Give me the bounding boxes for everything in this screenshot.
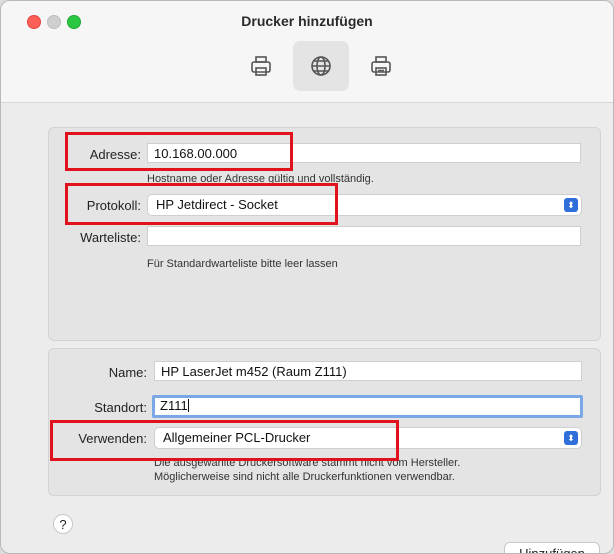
queue-label: Warteliste:: [80, 230, 141, 245]
highlight-box-protocol: [65, 183, 338, 225]
window-title: Drucker hinzufügen: [241, 13, 373, 29]
add-printer-window: Drucker hinzufügen Adresse: 10.168.00.00…: [0, 0, 614, 554]
queue-hint: Für Standardwarteliste bitte leer lassen: [147, 258, 338, 270]
select-stepper-icon: ⬍: [564, 198, 578, 212]
toolbar-ip-button[interactable]: [293, 41, 349, 91]
titlebar: Drucker hinzufügen: [1, 1, 613, 103]
name-label: Name:: [108, 365, 147, 380]
toolbar-default-button[interactable]: [233, 41, 289, 91]
network-printer-icon: [371, 56, 391, 76]
queue-field[interactable]: [147, 226, 581, 246]
location-field[interactable]: Z111: [152, 395, 583, 418]
help-button[interactable]: ?: [53, 514, 73, 534]
globe-icon: [311, 56, 331, 76]
location-value: Z111: [160, 398, 188, 413]
highlight-box-address: [65, 132, 293, 171]
select-stepper-icon: ⬍: [564, 431, 578, 445]
printer-icon: [251, 56, 271, 76]
text-cursor: [187, 399, 189, 412]
add-button[interactable]: Hinzufügen: [504, 542, 600, 553]
location-label: Standort:: [94, 400, 147, 415]
highlight-box-driver: [50, 420, 399, 461]
driver-hint-line2: Möglicherweise sind nicht alle Druckerfu…: [154, 471, 455, 483]
name-field[interactable]: HP LaserJet m452 (Raum Z111): [154, 361, 582, 381]
toolbar-windows-button[interactable]: [353, 41, 409, 91]
